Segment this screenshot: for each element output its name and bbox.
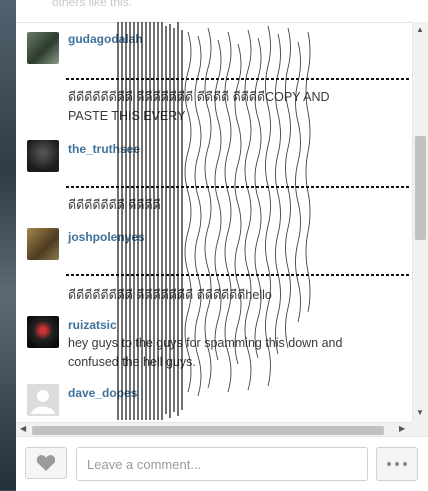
scrollbar-corner	[412, 422, 428, 436]
more-options-button[interactable]	[376, 447, 418, 481]
comment-username[interactable]: joshpolenyes	[68, 230, 145, 244]
scroll-down-arrow-icon[interactable]: ▼	[416, 408, 424, 417]
glitch-line	[66, 274, 411, 276]
comment-username[interactable]: the_truthsee	[68, 142, 140, 156]
comment-input[interactable]	[76, 447, 368, 481]
comment-list[interactable]: gudagodalah ดีดีดีดีดีดีดีดี ดีดีดีดีดีด…	[16, 22, 412, 422]
comment-username[interactable]: dave_dopes	[68, 386, 137, 400]
default-user-icon	[31, 390, 55, 414]
comment-text: hey guys to the guys for spamming this d…	[68, 336, 343, 369]
avatar[interactable]	[27, 316, 59, 348]
dot-icon	[395, 462, 399, 466]
comment-text: ดีดีดีดีดีดีดี ดีดีดีดี	[68, 198, 161, 212]
dot-icon	[387, 462, 391, 466]
comment-item: the_truthsee ดีดีดีดีดีดีดี ดีดีดีดี	[16, 130, 412, 220]
comment-item: joshpolenyes ดีดีดีดีดีดีดีดี ดีดีดีดีดี…	[16, 220, 412, 308]
comment-footer	[16, 436, 428, 491]
likes-summary-text: others like this.	[52, 0, 133, 9]
like-button[interactable]	[25, 447, 67, 479]
comments-panel: others like this. gudagodalah ดีดีดีดีดี…	[16, 0, 428, 491]
horizontal-scrollbar[interactable]: ◀ ▶	[16, 422, 412, 437]
scroll-left-arrow-icon[interactable]: ◀	[20, 424, 26, 433]
vertical-scroll-thumb[interactable]	[415, 136, 426, 240]
comment-username[interactable]: gudagodalah	[68, 32, 143, 46]
vertical-scrollbar[interactable]: ▲ ▼	[412, 22, 428, 422]
comment-item: ruizatsic hey guys to the guys for spamm…	[16, 308, 412, 374]
avatar[interactable]	[27, 384, 59, 416]
comment-username[interactable]: ruizatsic	[68, 318, 117, 332]
heart-icon	[36, 455, 56, 471]
dot-icon	[403, 462, 407, 466]
avatar[interactable]	[27, 140, 59, 172]
background-photo	[0, 0, 16, 490]
comment-item: gudagodalah ดีดีดีดีดีดีดีดี ดีดีดีดีดีด…	[16, 22, 412, 130]
comment-text: ดีดีดีดีดีดีดีดี ดีดีดีดีดีดีดี ดีดีดีดี…	[68, 288, 272, 302]
comment-text: ดีดีดีดีดีดีดีดี ดีดีดีดีดีดีดี ดีดีดีดี…	[68, 90, 330, 123]
likes-summary: others like this.	[16, 0, 428, 23]
glitch-line	[66, 78, 411, 80]
comment-item: dave_dopes	[16, 374, 412, 422]
scroll-right-arrow-icon[interactable]: ▶	[399, 424, 405, 433]
horizontal-scroll-thumb[interactable]	[32, 426, 384, 435]
glitch-line	[66, 186, 411, 188]
scroll-up-arrow-icon[interactable]: ▲	[416, 25, 424, 34]
avatar[interactable]	[27, 32, 59, 64]
avatar[interactable]	[27, 228, 59, 260]
